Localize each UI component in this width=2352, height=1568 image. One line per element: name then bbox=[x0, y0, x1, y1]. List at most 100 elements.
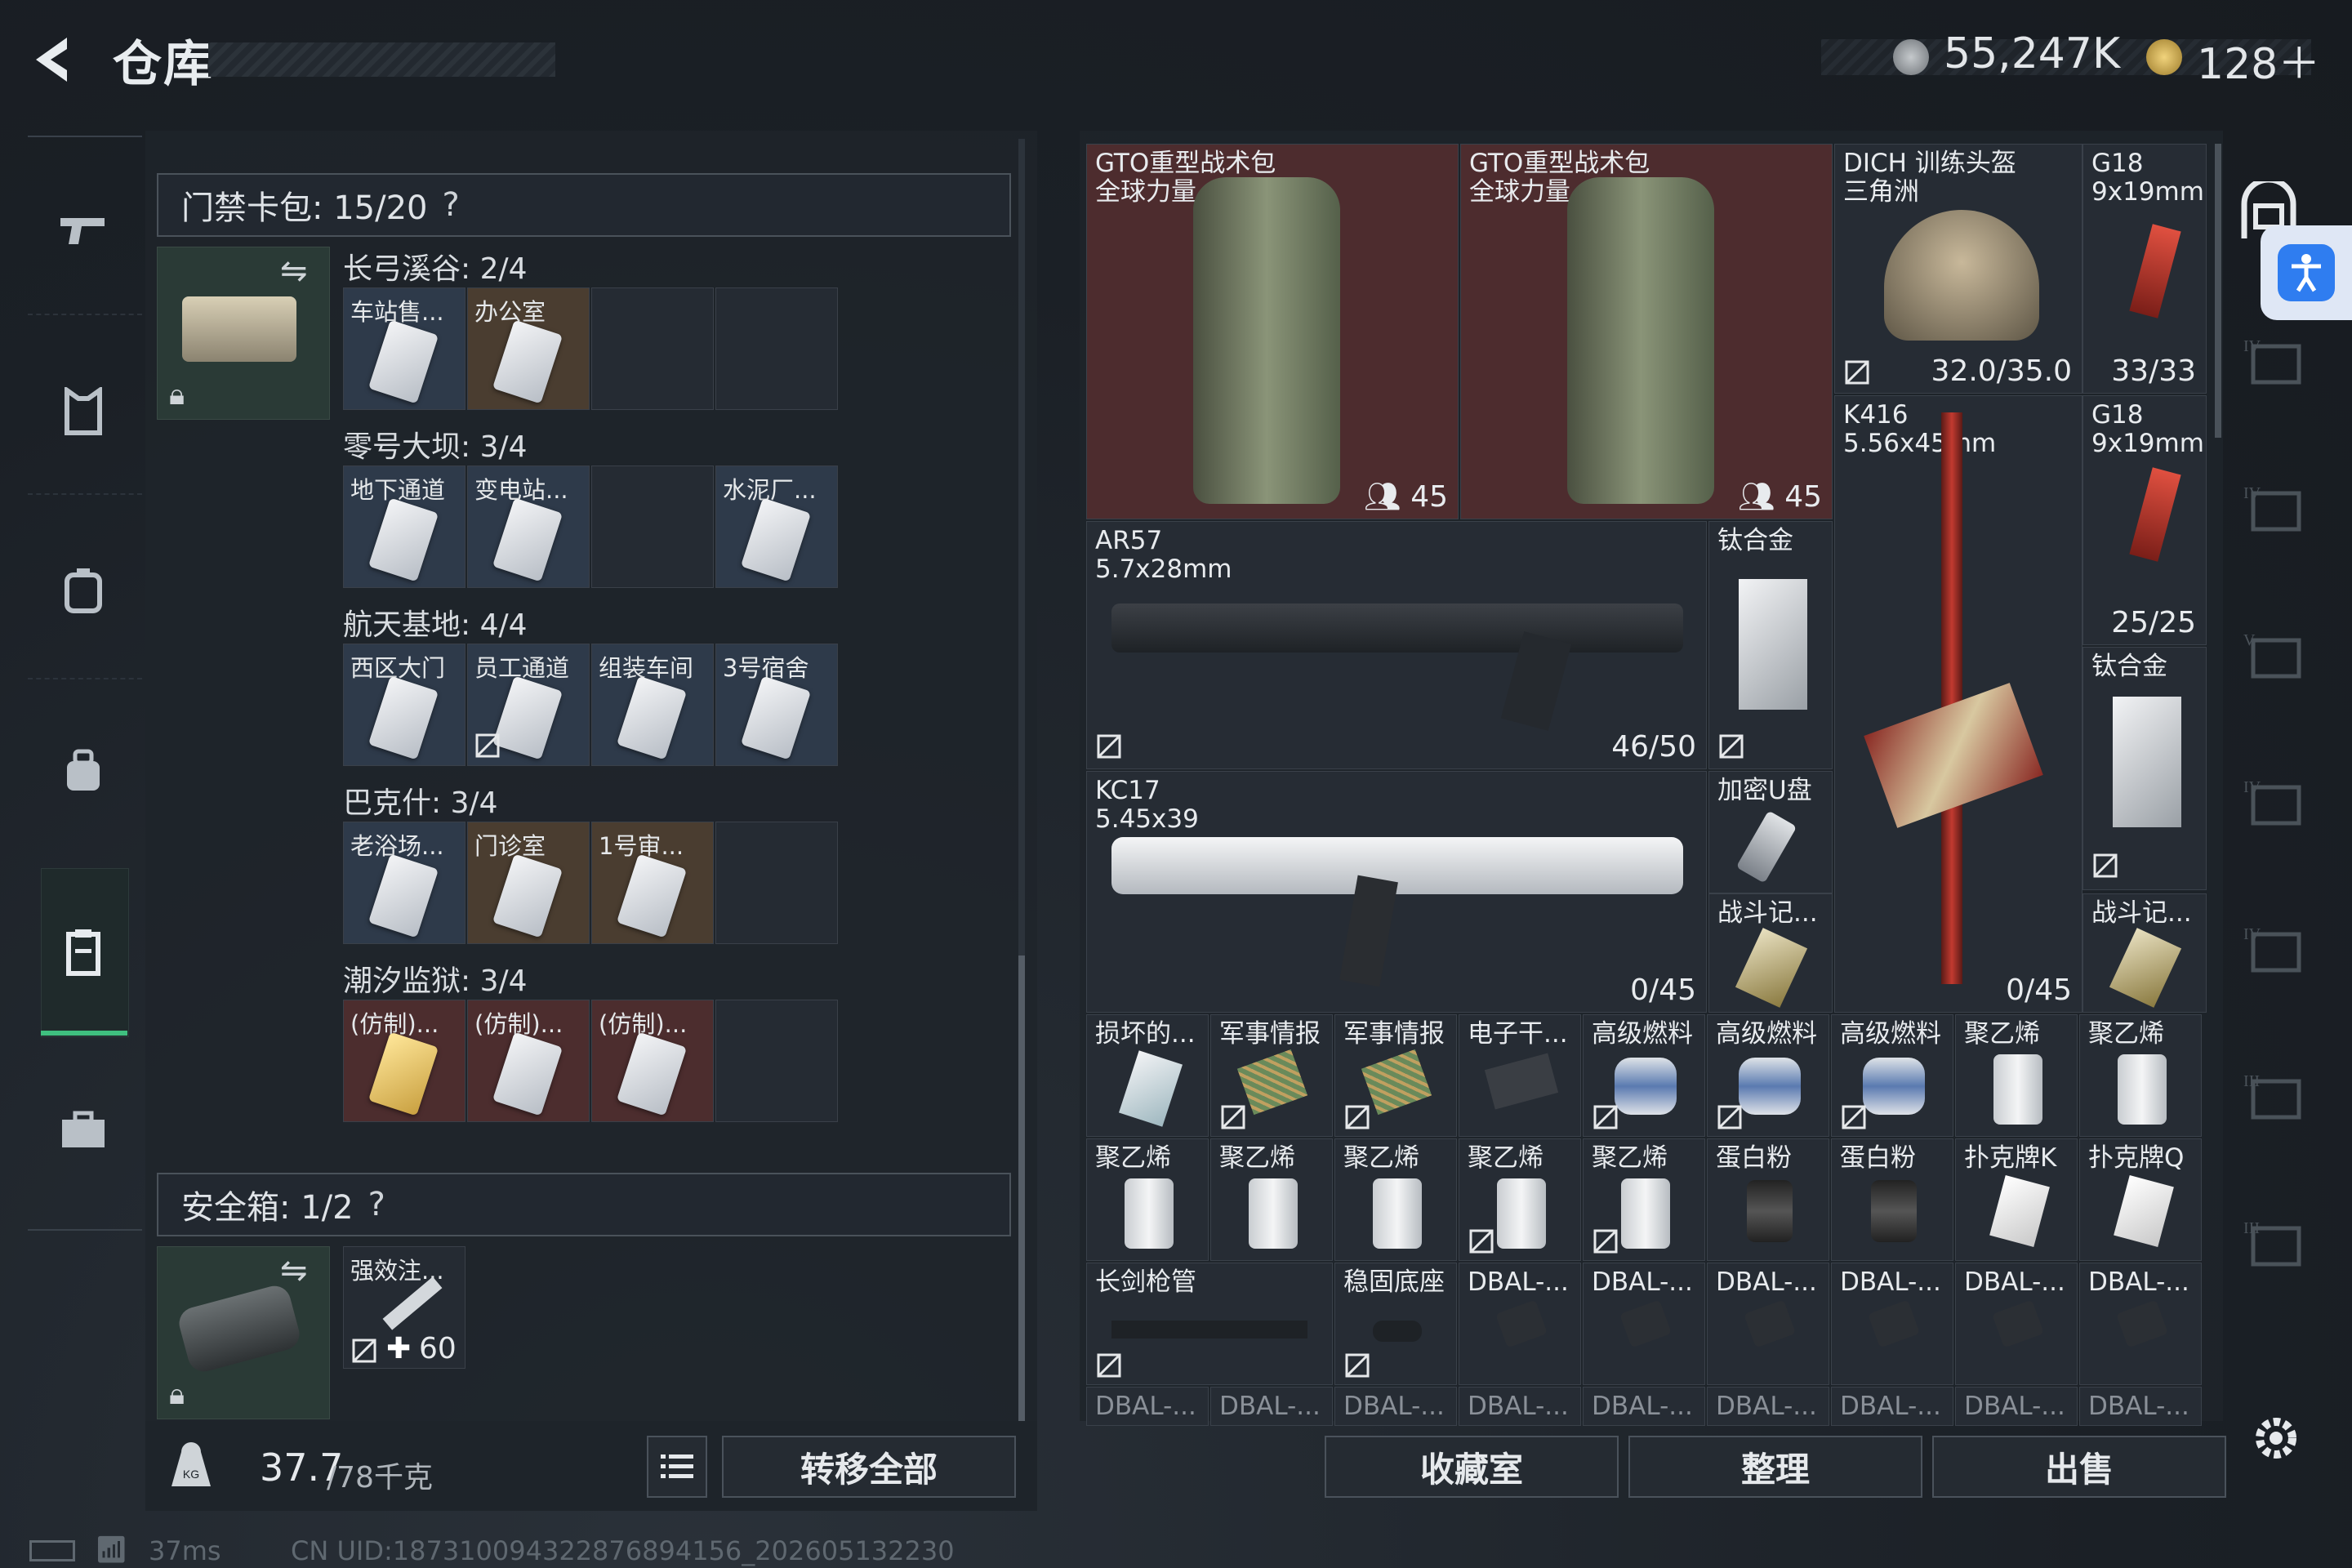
shelf-iv-icon[interactable]: IV bbox=[2238, 768, 2311, 841]
item-gto-backpack-2[interactable]: GTO重型战术包 全球力量 👥︎ 45 bbox=[1460, 144, 1833, 519]
help-icon[interactable]: ? bbox=[368, 1186, 385, 1223]
inventory-item[interactable]: 蛋白粉 bbox=[1831, 1138, 1953, 1261]
inventory-item[interactable]: DBAL-... bbox=[1955, 1263, 2078, 1385]
inventory-item[interactable]: DBAL-... bbox=[1707, 1263, 1829, 1385]
inventory-item[interactable]: 高级燃料 bbox=[1583, 1014, 1705, 1137]
inventory-item[interactable]: DBAL-... bbox=[1459, 1263, 1581, 1385]
item-label: DICH 训练头盔 三角洲 bbox=[1843, 149, 2016, 207]
inventory-item[interactable]: DBAL-... bbox=[1210, 1387, 1333, 1426]
swap-icon[interactable]: ⇋ bbox=[280, 1252, 308, 1290]
inventory-item[interactable]: 电子干... bbox=[1459, 1014, 1581, 1137]
keycard-slot[interactable]: 3号宿舍 bbox=[715, 644, 838, 766]
list-view-button[interactable] bbox=[647, 1436, 707, 1498]
accessibility-button[interactable] bbox=[2261, 225, 2352, 320]
safe-item-injector[interactable]: 强效注... ✚ 60 bbox=[343, 1246, 466, 1369]
inventory-item[interactable]: 聚乙烯 bbox=[1086, 1138, 1209, 1261]
keycard-slot[interactable]: (仿制)... bbox=[467, 1000, 590, 1122]
inventory-item[interactable]: 聚乙烯 bbox=[1955, 1014, 2078, 1137]
inventory-item[interactable]: 高级燃料 bbox=[1707, 1014, 1829, 1137]
keycard-slot[interactable]: (仿制)... bbox=[591, 1000, 714, 1122]
empty-keycard-slot[interactable] bbox=[591, 466, 714, 588]
inventory-item[interactable]: DBAL-... bbox=[1459, 1387, 1581, 1426]
inventory-item[interactable]: DBAL-... bbox=[1831, 1263, 1953, 1385]
inventory-item[interactable]: 军事情报 bbox=[1210, 1014, 1333, 1137]
inventory-item[interactable]: 损坏的... bbox=[1086, 1014, 1209, 1137]
empty-keycard-slot[interactable] bbox=[591, 287, 714, 410]
inventory-item[interactable]: 聚乙烯 bbox=[2079, 1014, 2202, 1137]
item-encrypted-usb[interactable]: 加密U盘 bbox=[1708, 771, 1833, 893]
inventory-item[interactable]: 高级燃料 bbox=[1831, 1014, 1953, 1137]
keycard-case[interactable]: ⇋ 🔒︎ bbox=[157, 247, 330, 420]
inventory-item[interactable]: DBAL-... bbox=[1707, 1387, 1829, 1426]
inventory-item[interactable]: DBAL-... bbox=[2079, 1387, 2202, 1426]
item-g18-pistol-1[interactable]: G18 9x19mm 33/33 bbox=[2082, 144, 2207, 394]
weapon-nav-icon[interactable] bbox=[57, 204, 109, 256]
keycard-slot[interactable]: 水泥厂... bbox=[715, 466, 838, 588]
collection-room-button[interactable]: 收藏室 bbox=[1325, 1436, 1619, 1498]
keycard-slot[interactable]: 办公室 bbox=[467, 287, 590, 410]
inventory-item[interactable]: 扑克牌K bbox=[1955, 1138, 2078, 1261]
storage-nav-icon[interactable] bbox=[57, 926, 109, 978]
inventory-item[interactable]: 聚乙烯 bbox=[1583, 1138, 1705, 1261]
empty-keycard-slot[interactable] bbox=[715, 287, 838, 410]
help-icon[interactable]: ? bbox=[442, 186, 459, 224]
sell-button[interactable]: 出售 bbox=[1932, 1436, 2226, 1498]
swap-icon[interactable]: ⇋ bbox=[280, 252, 308, 290]
item-dich-helmet[interactable]: DICH 训练头盔 三角洲 32.0/35.0 bbox=[1834, 144, 2082, 394]
premium-amount[interactable]: 128＋ bbox=[2197, 29, 2320, 91]
empty-keycard-slot[interactable] bbox=[715, 1000, 838, 1122]
item-g18-pistol-2[interactable]: G18 9x19mm 25/25 bbox=[2082, 395, 2207, 645]
item-titanium-2[interactable]: 钛合金 bbox=[2082, 647, 2207, 890]
inventory-item[interactable]: 稳固底座 bbox=[1334, 1263, 1457, 1385]
keycard-slot[interactable]: 变电站... bbox=[467, 466, 590, 588]
item-gto-backpack-1[interactable]: GTO重型战术包 全球力量 👥︎ 45 bbox=[1086, 144, 1459, 519]
item-titanium-1[interactable]: 钛合金 bbox=[1708, 521, 1833, 769]
inventory-item[interactable]: 长剑枪管 bbox=[1086, 1263, 1333, 1385]
inventory-item[interactable]: 蛋白粉 bbox=[1707, 1138, 1829, 1261]
roll-image bbox=[1373, 1178, 1422, 1249]
shelf-iv-add-icon[interactable]: IV bbox=[2238, 915, 2311, 988]
backpack-nav-icon[interactable] bbox=[57, 564, 109, 616]
inventory-item[interactable]: DBAL-... bbox=[1583, 1387, 1705, 1426]
inventory-item[interactable]: 聚乙烯 bbox=[1210, 1138, 1333, 1261]
inventory-item[interactable]: DBAL-... bbox=[2079, 1263, 2202, 1385]
shelf-v-icon[interactable]: V bbox=[2238, 621, 2311, 694]
shelf-iii-icon[interactable]: III bbox=[2238, 1209, 2311, 1282]
transfer-all-button[interactable]: 转移全部 bbox=[722, 1436, 1016, 1498]
inventory-item[interactable]: 聚乙烯 bbox=[1334, 1138, 1457, 1261]
inventory-item[interactable]: 扑克牌Q bbox=[2079, 1138, 2202, 1261]
keycard-slot[interactable]: 西区大门 bbox=[343, 644, 466, 766]
briefcase-nav-icon[interactable] bbox=[57, 1104, 109, 1156]
shelf-iii-icon[interactable]: III bbox=[2238, 1062, 2311, 1135]
left-scrollbar[interactable] bbox=[1018, 956, 1025, 1421]
inventory-item[interactable]: 聚乙烯 bbox=[1459, 1138, 1581, 1261]
item-k416-rifle[interactable]: K416 5.56x45mm 0/45 bbox=[1834, 395, 2082, 1013]
safe-box[interactable]: ⇋ 🔒︎ bbox=[157, 1246, 330, 1419]
item-battle-record-2[interactable]: 战斗记... bbox=[2082, 893, 2207, 1013]
keycard-slot[interactable]: 组装车间 bbox=[591, 644, 714, 766]
item-kc17-rifle[interactable]: KC17 5.45x39 0/45 bbox=[1086, 771, 1707, 1013]
inventory-item[interactable]: DBAL-... bbox=[1955, 1387, 2078, 1426]
item-ar57-rifle[interactable]: AR57 5.7x28mm 46/50 bbox=[1086, 521, 1707, 769]
keycard-slot[interactable]: 车站售... bbox=[343, 287, 466, 410]
keycard-slot[interactable]: 地下通道 bbox=[343, 466, 466, 588]
keycard-slot[interactable]: 门诊室 bbox=[467, 822, 590, 944]
sort-button[interactable]: 整理 bbox=[1628, 1436, 1922, 1498]
inventory-item[interactable]: 军事情报 bbox=[1334, 1014, 1457, 1137]
inventory-item[interactable]: DBAL-... bbox=[1831, 1387, 1953, 1426]
keycard-slot[interactable]: 1号审... bbox=[591, 822, 714, 944]
keycard-slot[interactable]: (仿制)... bbox=[343, 1000, 466, 1122]
shelf-iv-icon[interactable]: IV bbox=[2238, 474, 2311, 547]
empty-keycard-slot[interactable] bbox=[715, 822, 838, 944]
item-battle-record-1[interactable]: 战斗记... bbox=[1708, 893, 1833, 1013]
inventory-item[interactable]: DBAL-... bbox=[1086, 1387, 1209, 1426]
rig-nav-icon[interactable] bbox=[57, 745, 109, 797]
inventory-item[interactable]: DBAL-... bbox=[1583, 1263, 1705, 1385]
settings-gear-icon[interactable] bbox=[2247, 1410, 2305, 1467]
keycard-slot[interactable]: 老浴场... bbox=[343, 822, 466, 944]
right-scrollbar[interactable] bbox=[2215, 144, 2221, 438]
shelf-iv-icon[interactable]: IV bbox=[2238, 327, 2311, 400]
back-arrow-icon[interactable] bbox=[24, 31, 82, 88]
inventory-item[interactable]: DBAL-... bbox=[1334, 1387, 1457, 1426]
armor-nav-icon[interactable] bbox=[57, 385, 109, 438]
